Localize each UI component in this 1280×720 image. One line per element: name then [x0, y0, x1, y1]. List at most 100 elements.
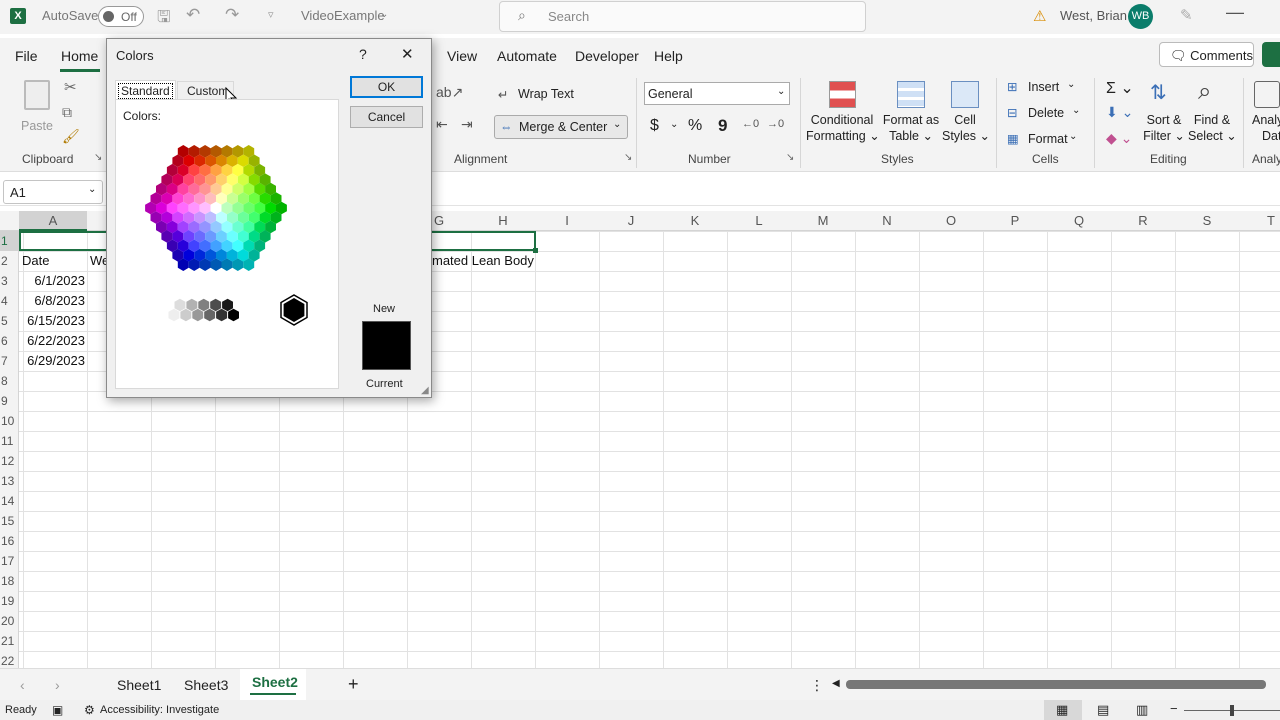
row-header[interactable]: 15: [0, 511, 19, 531]
row-header[interactable]: 16: [0, 531, 19, 551]
cell-a2[interactable]: Date: [22, 251, 49, 271]
row-header[interactable]: 12: [0, 451, 19, 471]
normal-view-icon[interactable]: ▦: [1056, 702, 1068, 718]
row-header[interactable]: 10: [0, 411, 19, 431]
conditional-formatting-button[interactable]: Conditional Formatting ⌄: [806, 78, 880, 146]
format-painter-icon[interactable]: 🖌: [62, 128, 80, 145]
dialog-launcher-icon[interactable]: ↘: [624, 152, 632, 163]
copy-icon[interactable]: ⧉: [62, 104, 72, 121]
dialog-launcher-icon[interactable]: ↘: [94, 152, 102, 163]
save-icon[interactable]: 🖫: [157, 6, 171, 33]
cell-a7[interactable]: 6/29/2023: [19, 351, 85, 371]
comments-button[interactable]: 🗨 Comments: [1159, 42, 1254, 67]
page-break-icon[interactable]: ▥: [1136, 702, 1148, 718]
increase-indent-icon[interactable]: ⇥: [461, 116, 473, 133]
tab-help[interactable]: Help: [654, 48, 683, 64]
row-header[interactable]: 9: [0, 391, 19, 411]
row-header[interactable]: 20: [0, 611, 19, 631]
column-header-t[interactable]: T: [1239, 211, 1280, 231]
zoom-out-icon[interactable]: −: [1170, 701, 1178, 716]
paste-button[interactable]: Paste: [20, 78, 54, 136]
gray-swatch[interactable]: [198, 298, 210, 312]
dialog-launcher-icon[interactable]: ↘: [786, 152, 794, 163]
column-header-k[interactable]: K: [663, 211, 727, 231]
status-accessibility[interactable]: Accessibility: Investigate: [100, 704, 219, 716]
clear-icon[interactable]: ◆ ⌄: [1106, 130, 1132, 147]
column-header-h[interactable]: H: [471, 211, 535, 231]
row-header[interactable]: 7: [0, 351, 19, 371]
avatar[interactable]: WB: [1128, 4, 1153, 29]
cut-icon[interactable]: ✂: [64, 78, 77, 96]
analyze-data-button[interactable]: Analy Dat: [1252, 78, 1280, 146]
undo-icon[interactable]: ↶: [186, 5, 200, 25]
gray-swatch[interactable]: [186, 298, 198, 312]
sort-filter-button[interactable]: ⇅ Sort & Filter ⌄: [1143, 78, 1185, 146]
row-header[interactable]: 21: [0, 631, 19, 651]
gray-swatch[interactable]: [192, 308, 204, 322]
column-header-q[interactable]: Q: [1047, 211, 1111, 231]
row-header[interactable]: 4: [0, 291, 19, 311]
gray-swatch[interactable]: [228, 308, 239, 322]
row-header[interactable]: 13: [0, 471, 19, 491]
row-header[interactable]: 11: [0, 431, 19, 451]
page-layout-icon[interactable]: ▤: [1097, 702, 1109, 718]
cell-a4[interactable]: 6/8/2023: [19, 291, 85, 311]
row-header[interactable]: 18: [0, 571, 19, 591]
zoom-slider-thumb[interactable]: [1230, 705, 1234, 716]
macro-record-icon[interactable]: ▣: [52, 703, 63, 717]
horizontal-scrollbar[interactable]: [846, 680, 1266, 689]
chevron-down-icon[interactable]: ⌄: [670, 119, 678, 130]
ok-button[interactable]: OK: [350, 76, 423, 98]
gray-swatch[interactable]: [162, 298, 174, 312]
orientation-icon[interactable]: ab↗: [436, 84, 463, 101]
cell-styles-button[interactable]: Cell Styles ⌄: [942, 78, 990, 146]
row-header[interactable]: 3: [0, 271, 19, 291]
row-header[interactable]: 14: [0, 491, 19, 511]
tab-automate[interactable]: Automate: [497, 48, 557, 64]
column-header-j[interactable]: J: [599, 211, 663, 231]
gray-swatch[interactable]: [222, 298, 233, 312]
warning-icon[interactable]: ⚠: [1033, 7, 1046, 25]
decrease-decimal-icon[interactable]: →0: [767, 118, 784, 130]
currency-icon[interactable]: $: [650, 117, 659, 135]
help-icon[interactable]: ?: [359, 46, 367, 62]
pen-icon[interactable]: ✎: [1180, 6, 1193, 24]
autosave-toggle[interactable]: Off: [98, 6, 144, 27]
cell-h2[interactable]: mated Lean Body: [432, 251, 534, 271]
sheet-tab-sheet1[interactable]: Sheet1: [117, 677, 161, 693]
column-header-l[interactable]: L: [727, 211, 791, 231]
format-button[interactable]: ▦ Format ⌄: [1007, 130, 1087, 150]
scroll-left-icon[interactable]: ‹: [20, 677, 25, 693]
add-sheet-icon[interactable]: +: [348, 674, 359, 695]
tab-home[interactable]: Home: [61, 48, 98, 64]
find-select-button[interactable]: ⌕ Find & Select ⌄: [1188, 78, 1237, 146]
more-options-icon[interactable]: ⋮: [810, 677, 824, 694]
row-header[interactable]: 19: [0, 591, 19, 611]
sheet-tab-sheet3[interactable]: Sheet3: [184, 677, 228, 693]
format-as-table-button[interactable]: Format as Table ⌄: [880, 78, 942, 146]
row-header[interactable]: 6: [0, 331, 19, 351]
column-header-r[interactable]: R: [1111, 211, 1175, 231]
insert-button[interactable]: ⊞ Insert ⌄: [1007, 78, 1087, 98]
column-header-s[interactable]: S: [1175, 211, 1239, 231]
redo-icon[interactable]: ↷: [225, 5, 239, 25]
column-header-o[interactable]: O: [919, 211, 983, 231]
column-header-i[interactable]: I: [535, 211, 599, 231]
row-header[interactable]: 8: [0, 371, 19, 391]
user-name[interactable]: West, Brian: [1060, 8, 1127, 23]
gray-swatch[interactable]: [168, 308, 180, 322]
gray-swatch[interactable]: [210, 298, 222, 312]
cell-a3[interactable]: 6/1/2023: [19, 271, 85, 291]
row-header[interactable]: 5: [0, 311, 19, 331]
merge-center-button[interactable]: ⇔ Merge & Center ⌄: [494, 115, 628, 139]
number-format-select[interactable]: General ⌄: [644, 82, 790, 105]
tab-view[interactable]: View: [447, 48, 477, 64]
close-icon[interactable]: ✕: [401, 45, 414, 63]
resize-grip-icon[interactable]: ◢: [421, 385, 429, 396]
fill-icon[interactable]: ⬇ ⌄: [1106, 104, 1133, 121]
tab-standard[interactable]: Standard: [115, 80, 176, 99]
delete-button[interactable]: ⊟ Delete ⌄: [1007, 104, 1087, 124]
wrap-text-button[interactable]: ↵ Wrap Text: [498, 85, 588, 105]
accessibility-icon[interactable]: ⚙: [84, 703, 95, 717]
hscroll-left-icon[interactable]: ◀: [832, 678, 840, 689]
